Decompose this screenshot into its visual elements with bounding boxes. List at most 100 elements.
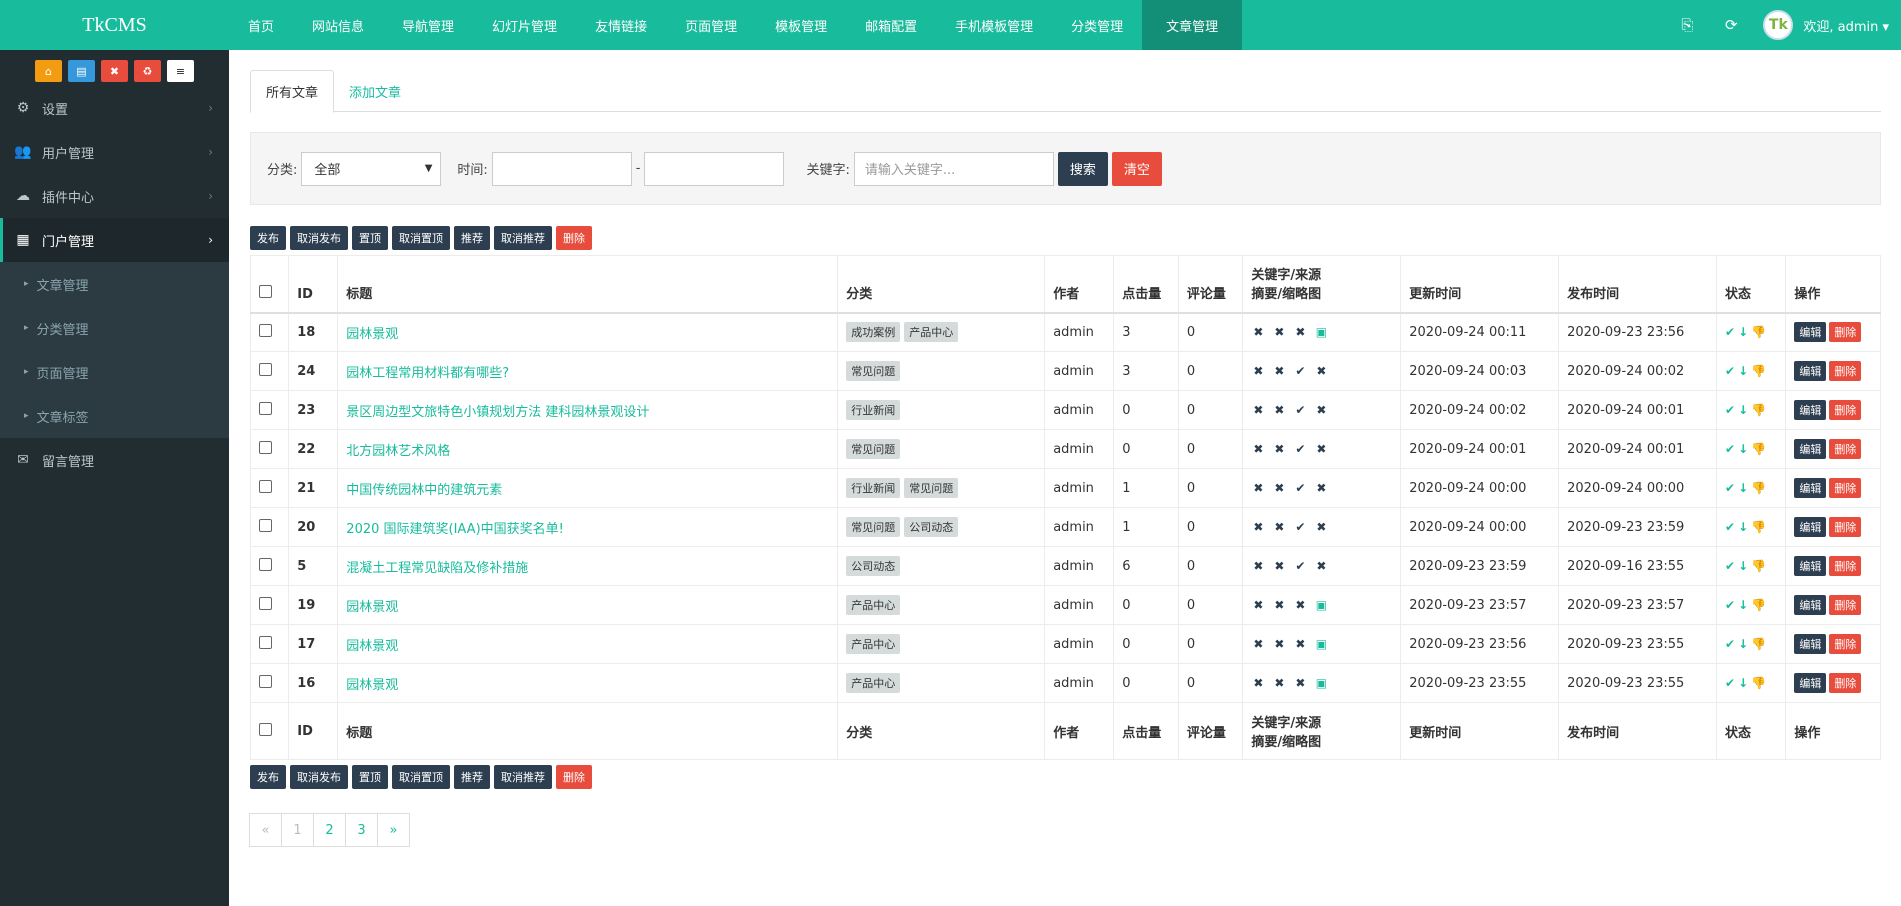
nav-item[interactable]: 页面管理 xyxy=(666,0,756,50)
tab-add-article[interactable]: 添加文章 xyxy=(334,70,416,112)
arrow-down-icon[interactable]: ↓ xyxy=(1738,403,1748,417)
bulk-action-button[interactable]: 删除 xyxy=(556,226,592,250)
delete-button[interactable]: 删除 xyxy=(1829,556,1862,576)
arrow-down-icon[interactable]: ↓ xyxy=(1738,637,1748,651)
sidebar-item[interactable]: ☁ 插件中心 › xyxy=(0,174,229,218)
article-title-link[interactable]: 园林景观 xyxy=(346,678,398,693)
sidebar-item[interactable]: ▦ 门户管理 › xyxy=(0,218,229,262)
edit-button[interactable]: 编辑 xyxy=(1794,595,1827,615)
check-icon[interactable]: ✔ xyxy=(1725,403,1735,417)
row-checkbox[interactable] xyxy=(259,323,272,337)
arrow-down-icon[interactable]: ↓ xyxy=(1738,442,1748,456)
delete-button[interactable]: 删除 xyxy=(1829,361,1862,381)
edit-button[interactable]: 编辑 xyxy=(1794,322,1827,343)
edit-button[interactable]: 编辑 xyxy=(1794,634,1827,654)
nav-item[interactable]: 幻灯片管理 xyxy=(473,0,576,50)
article-title-link[interactable]: 园林景观 xyxy=(346,639,398,654)
category-tag[interactable]: 产品中心 xyxy=(846,595,901,615)
arrow-down-icon[interactable]: ↓ xyxy=(1738,598,1748,612)
check-icon[interactable]: ✔ xyxy=(1725,559,1735,573)
file-code-icon[interactable]: ⎘ xyxy=(1665,0,1709,50)
end-time-input[interactable] xyxy=(644,151,785,186)
check-icon[interactable]: ✔ xyxy=(1725,520,1735,534)
category-tag[interactable]: 常见问题 xyxy=(846,361,901,381)
row-checkbox[interactable] xyxy=(259,557,272,571)
nav-item[interactable]: 手机模板管理 xyxy=(936,0,1052,50)
delete-button[interactable]: 删除 xyxy=(1829,322,1862,343)
page-number[interactable]: 1 xyxy=(281,813,314,847)
thumbs-down-icon[interactable]: 👎 xyxy=(1751,520,1766,534)
category-tag[interactable]: 产品中心 xyxy=(846,673,901,693)
bulk-action-button[interactable]: 发布 xyxy=(250,226,286,250)
file-icon[interactable]: ▤ xyxy=(68,60,95,82)
nav-item[interactable]: 网站信息 xyxy=(293,0,383,50)
recycle-icon[interactable]: ♻ xyxy=(134,60,161,82)
bulk-action-button[interactable]: 取消发布 xyxy=(290,765,348,789)
article-title-link[interactable]: 景区周边型文旅特色小镇规划方法 建科园林景观设计 xyxy=(346,405,649,420)
arrow-down-icon[interactable]: ↓ xyxy=(1738,364,1748,378)
tab-all-articles[interactable]: 所有文章 xyxy=(250,70,335,113)
thumbs-down-icon[interactable]: 👎 xyxy=(1751,403,1766,417)
select-all-checkbox[interactable] xyxy=(259,722,272,736)
start-time-input[interactable] xyxy=(491,151,632,186)
category-tag[interactable]: 常见问题 xyxy=(846,517,901,537)
bulk-action-button[interactable]: 取消推荐 xyxy=(494,765,552,789)
select-all-checkbox[interactable] xyxy=(259,284,272,298)
trash-icon[interactable]: ✖ xyxy=(101,60,128,82)
edit-button[interactable]: 编辑 xyxy=(1794,673,1827,693)
article-title-link[interactable]: 北方园林艺术风格 xyxy=(346,444,450,459)
category-tag[interactable]: 公司动态 xyxy=(904,517,959,537)
sidebar-item[interactable]: ✉ 留言管理 xyxy=(0,438,229,482)
check-icon[interactable]: ✔ xyxy=(1725,442,1735,456)
delete-button[interactable]: 删除 xyxy=(1829,595,1862,615)
row-checkbox[interactable] xyxy=(259,440,272,454)
category-tag[interactable]: 公司动态 xyxy=(846,556,901,576)
edit-button[interactable]: 编辑 xyxy=(1794,478,1827,498)
thumbs-down-icon[interactable]: 👎 xyxy=(1751,481,1766,495)
page-next[interactable]: » xyxy=(377,813,410,847)
article-title-link[interactable]: 园林工程常用材料都有哪些? xyxy=(346,366,509,381)
category-tag[interactable]: 常见问题 xyxy=(904,478,959,498)
bulk-action-button[interactable]: 推荐 xyxy=(454,226,490,250)
check-icon[interactable]: ✔ xyxy=(1725,676,1735,690)
bulk-action-button[interactable]: 推荐 xyxy=(454,765,490,789)
nav-item[interactable]: 文章管理 xyxy=(1142,0,1243,50)
article-title-link[interactable]: 中国传统园林中的建筑元素 xyxy=(346,483,502,498)
check-icon[interactable]: ✔ xyxy=(1725,364,1735,378)
home-icon[interactable]: ⌂ xyxy=(35,60,62,82)
delete-button[interactable]: 删除 xyxy=(1829,634,1862,654)
arrow-down-icon[interactable]: ↓ xyxy=(1738,520,1748,534)
category-tag[interactable]: 行业新闻 xyxy=(846,478,901,498)
delete-button[interactable]: 删除 xyxy=(1829,400,1862,420)
category-select[interactable]: 全部 ▼ xyxy=(301,151,442,186)
delete-button[interactable]: 删除 xyxy=(1829,478,1862,498)
bulk-action-button[interactable]: 置顶 xyxy=(352,226,388,250)
check-icon[interactable]: ✔ xyxy=(1725,481,1735,495)
bulk-action-button[interactable]: 置顶 xyxy=(352,765,388,789)
arrow-down-icon[interactable]: ↓ xyxy=(1738,559,1748,573)
delete-button[interactable]: 删除 xyxy=(1829,673,1862,693)
list-icon[interactable]: ≡ xyxy=(167,60,194,82)
row-checkbox[interactable] xyxy=(259,518,272,532)
thumbs-down-icon[interactable]: 👎 xyxy=(1751,559,1766,573)
bulk-action-button[interactable]: 取消置顶 xyxy=(392,765,450,789)
thumbs-down-icon[interactable]: 👎 xyxy=(1751,364,1766,378)
edit-button[interactable]: 编辑 xyxy=(1794,556,1827,576)
check-icon[interactable]: ✔ xyxy=(1725,325,1735,339)
category-tag[interactable]: 产品中心 xyxy=(846,634,901,654)
row-checkbox[interactable] xyxy=(259,596,272,610)
submenu-item[interactable]: ▸ 文章标签 xyxy=(0,394,229,438)
edit-button[interactable]: 编辑 xyxy=(1794,400,1827,420)
row-checkbox[interactable] xyxy=(259,362,272,376)
delete-button[interactable]: 删除 xyxy=(1829,439,1862,459)
row-checkbox[interactable] xyxy=(259,401,272,415)
delete-button[interactable]: 删除 xyxy=(1829,517,1862,537)
sidebar-item[interactable]: ⚙ 设置 › xyxy=(0,86,229,130)
bulk-action-button[interactable]: 发布 xyxy=(250,765,286,789)
arrow-down-icon[interactable]: ↓ xyxy=(1738,481,1748,495)
submenu-item[interactable]: ▸ 文章管理 xyxy=(0,262,229,306)
page-number[interactable]: 3 xyxy=(345,813,378,847)
keyword-input[interactable]: 请输入关键字... xyxy=(853,151,1054,186)
check-icon[interactable]: ✔ xyxy=(1725,637,1735,651)
category-tag[interactable]: 成功案例 xyxy=(846,322,901,343)
